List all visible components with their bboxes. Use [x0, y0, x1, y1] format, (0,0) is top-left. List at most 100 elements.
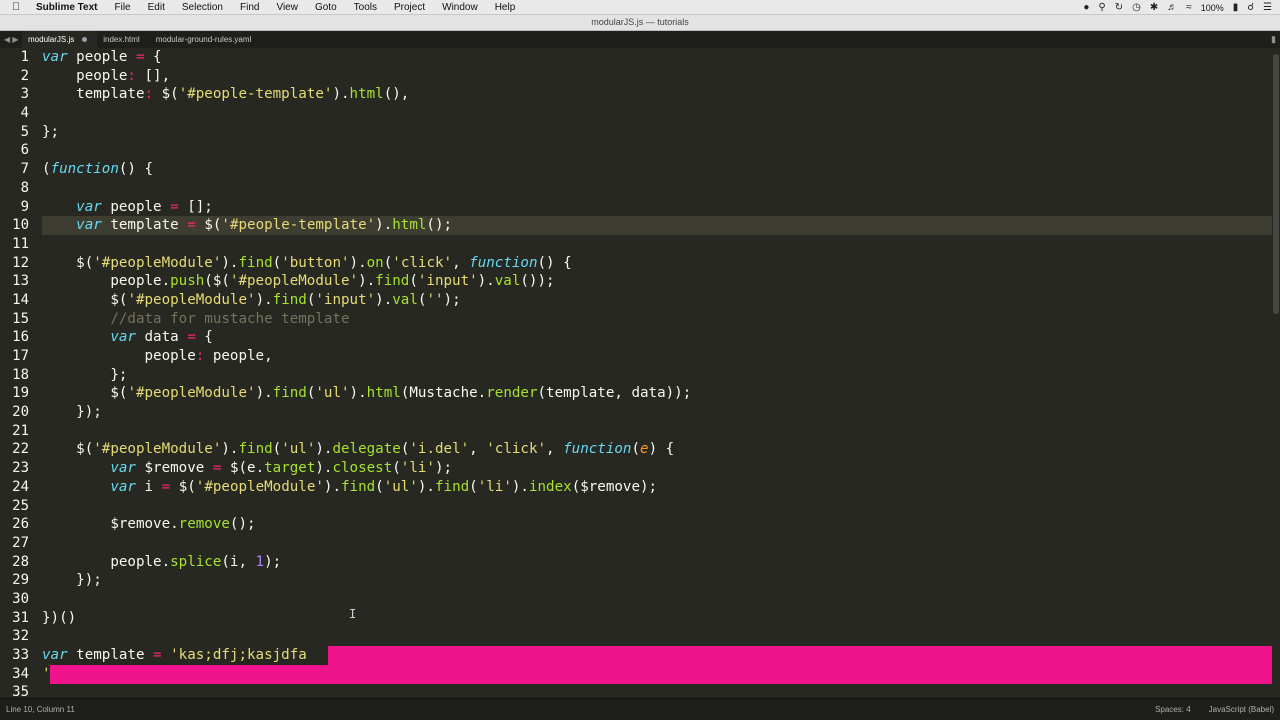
- menu-window[interactable]: Window: [442, 2, 478, 13]
- code-line[interactable]: var people = {: [42, 48, 1272, 67]
- code-token: 'ul': [281, 441, 316, 458]
- tab-modularjs[interactable]: modularJS.js: [22, 31, 98, 48]
- code-line[interactable]: [42, 235, 1272, 254]
- vertical-scrollbar[interactable]: [1272, 48, 1280, 698]
- menu-view[interactable]: View: [276, 2, 298, 13]
- code-token: '#peopleModule': [93, 441, 222, 458]
- code-line[interactable]: [42, 627, 1272, 646]
- line-number: 22: [12, 441, 29, 458]
- code-line[interactable]: [42, 534, 1272, 553]
- code-token: (: [84, 254, 94, 271]
- status-bar: Line 10, Column 11 Spaces: 4 JavaScript …: [0, 698, 1280, 720]
- code-line[interactable]: })(): [42, 609, 1272, 628]
- code-line[interactable]: $('#peopleModule').find('input').val('')…: [42, 291, 1272, 310]
- search-app-icon[interactable]: ⚲: [1098, 2, 1105, 13]
- code-line[interactable]: var data = {: [42, 328, 1272, 347]
- indentation-setting[interactable]: Spaces: 4: [1155, 705, 1191, 714]
- code-line[interactable]: //data for mustache template: [42, 310, 1272, 329]
- code-line[interactable]: people: people,: [42, 347, 1272, 366]
- code-line[interactable]: people: [],: [42, 67, 1272, 86]
- code-token: () {: [118, 161, 154, 178]
- bluetooth-icon[interactable]: ✱: [1150, 2, 1158, 13]
- line-number: 30: [12, 590, 29, 607]
- code-line[interactable]: $('#peopleModule').find('ul').delegate('…: [42, 440, 1272, 459]
- code-line[interactable]: people.push($('#peopleModule').find('inp…: [42, 272, 1272, 291]
- code-token: template: [67, 647, 154, 663]
- tab-overflow-icon[interactable]: ▮: [1271, 34, 1276, 45]
- code-line[interactable]: template: $('#people-template').html(),: [42, 85, 1272, 104]
- code-line-current[interactable]: var template = $('#people-template').htm…: [42, 216, 1272, 235]
- code-token: (: [84, 441, 94, 458]
- volume-icon[interactable]: ♬: [1167, 2, 1177, 13]
- sync-icon[interactable]: ↻: [1115, 2, 1123, 13]
- menu-goto[interactable]: Goto: [315, 2, 337, 13]
- line-number: 21: [12, 422, 29, 439]
- code-token: =: [187, 329, 196, 346]
- menu-project[interactable]: Project: [394, 2, 425, 13]
- code-line[interactable]: };: [42, 123, 1272, 142]
- code-token: };: [42, 123, 60, 140]
- code-line[interactable]: [42, 497, 1272, 516]
- code-token: =: [161, 478, 171, 495]
- code-line[interactable]: };: [42, 366, 1272, 385]
- tab-modular-ground-rules[interactable]: modular-ground-rules.yaml: [150, 31, 262, 48]
- spotlight-icon[interactable]: ☌: [1247, 2, 1254, 13]
- code-line[interactable]: $remove.remove();: [42, 515, 1272, 534]
- code-line[interactable]: var $remove = $(e.target).closest('li');: [42, 459, 1272, 478]
- code-token: (i,: [221, 553, 256, 570]
- menu-find[interactable]: Find: [240, 2, 259, 13]
- wifi-icon[interactable]: ≈: [1186, 2, 1192, 13]
- code-line[interactable]: people.splice(i, 1);: [42, 553, 1272, 572]
- code-line[interactable]: ': [42, 665, 1272, 684]
- code-token: =: [170, 198, 179, 215]
- menu-selection[interactable]: Selection: [182, 2, 223, 13]
- code-line[interactable]: [42, 141, 1272, 160]
- scrollbar-thumb[interactable]: [1273, 54, 1279, 314]
- code-line[interactable]: $('#peopleModule').find('button').on('cl…: [42, 254, 1272, 273]
- code-line[interactable]: });: [42, 571, 1272, 590]
- syntax-setting[interactable]: JavaScript (Babel): [1209, 705, 1274, 714]
- code-line[interactable]: (function() {: [42, 160, 1272, 179]
- menu-app-name[interactable]: Sublime Text: [36, 2, 98, 13]
- code-token: 'li': [477, 478, 512, 495]
- code-token: );: [264, 553, 282, 570]
- code-line[interactable]: [42, 590, 1272, 609]
- menu-file[interactable]: File: [115, 2, 131, 13]
- code-token: ).: [221, 254, 239, 271]
- unsaved-dot-icon[interactable]: [82, 37, 88, 42]
- line-number: 34: [12, 665, 29, 682]
- code-line[interactable]: var i = $('#peopleModule').find('ul').fi…: [42, 478, 1272, 497]
- line-number: 13: [12, 273, 29, 290]
- code-line[interactable]: });: [42, 403, 1272, 422]
- code-token: :: [127, 67, 136, 84]
- code-token: ).: [375, 217, 393, 234]
- line-number: 18: [12, 366, 29, 383]
- apple-icon[interactable]: : [12, 1, 26, 13]
- code-token: ();: [229, 516, 256, 533]
- code-editor[interactable]: 1 2 3 4 5 6 7 8 9 10 11 12 13 14 15 16 17 18 19 20 21 22 23 24 2…: [0, 48, 1280, 698]
- code-line[interactable]: [42, 422, 1272, 441]
- code-area[interactable]: var people = { people: [], template: $('…: [42, 48, 1272, 698]
- code-line[interactable]: [42, 683, 1272, 698]
- code-token: people: [101, 198, 171, 215]
- battery-icon[interactable]: ▮: [1233, 2, 1239, 13]
- code-token: function: [469, 254, 538, 271]
- menu-tools[interactable]: Tools: [354, 2, 377, 13]
- code-line[interactable]: var template = 'kas;dfj;kasjdfa: [42, 646, 1272, 665]
- menu-help[interactable]: Help: [495, 2, 516, 13]
- notification-icon[interactable]: ☰: [1263, 2, 1272, 13]
- tab-nav-arrows-icon[interactable]: ◀ ▶: [4, 35, 22, 44]
- code-token: html: [349, 86, 384, 103]
- record-icon[interactable]: ●: [1083, 2, 1089, 13]
- tab-index-html[interactable]: index.html: [97, 31, 149, 48]
- code-line[interactable]: var people = [];: [42, 198, 1272, 217]
- code-line[interactable]: [42, 179, 1272, 198]
- code-line[interactable]: $('#peopleModule').find('ul').html(Musta…: [42, 384, 1272, 403]
- code-token: (: [42, 161, 51, 178]
- menu-edit[interactable]: Edit: [148, 2, 165, 13]
- clock-icon[interactable]: ◷: [1132, 2, 1141, 13]
- code-line[interactable]: [42, 104, 1272, 123]
